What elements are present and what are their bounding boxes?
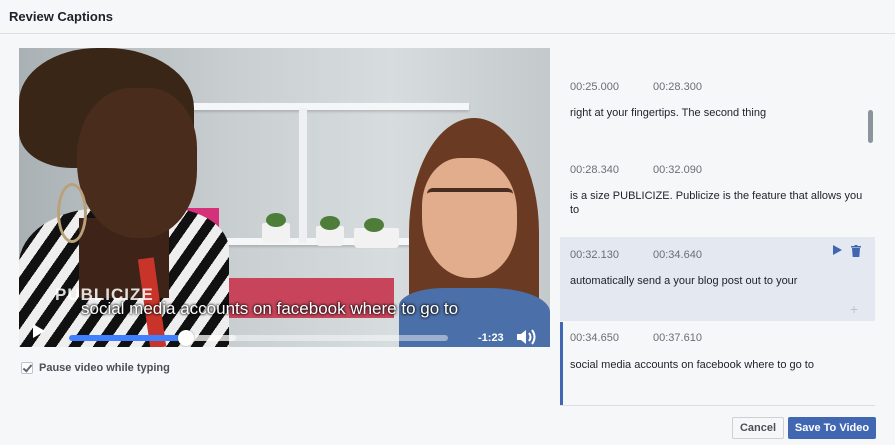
video-face-right: [422, 158, 517, 278]
time-remaining: -1:23: [478, 332, 504, 344]
video-controls: -1:23: [19, 314, 550, 347]
caption-item-hovered[interactable]: 00:32.130 00:34.640 automatically send a…: [560, 237, 875, 321]
video-progress-handle[interactable]: [178, 330, 195, 346]
caption-end-time[interactable]: 00:37.610: [653, 332, 702, 344]
caption-item[interactable]: 00:28.340 00:32.090 is a size PUBLICIZE.…: [560, 150, 875, 236]
video-plant-leaf: [364, 218, 384, 232]
dialog-header: Review Captions: [0, 0, 895, 34]
dialog-title: Review Captions: [9, 9, 114, 24]
video-earring: [57, 183, 87, 243]
caption-start-time[interactable]: 00:25.000: [570, 81, 619, 93]
caption-item[interactable]: 00:25.000 00:28.300 right at your finger…: [560, 35, 875, 135]
video-plant-leaf: [266, 213, 286, 227]
video-shelf-post: [299, 108, 307, 243]
caption-play-icon[interactable]: [833, 245, 842, 255]
caption-list: 00:25.000 00:28.300 right at your finger…: [560, 35, 875, 407]
add-caption-icon[interactable]: +: [850, 301, 858, 317]
caption-start-time[interactable]: 00:34.650: [570, 332, 619, 344]
volume-icon[interactable]: [515, 327, 537, 347]
video-glasses: [427, 188, 513, 210]
save-to-video-button[interactable]: Save To Video: [788, 417, 876, 439]
caption-start-time[interactable]: 00:32.130: [570, 249, 619, 261]
caption-text[interactable]: right at your fingertips. The second thi…: [570, 106, 865, 120]
trash-icon[interactable]: [851, 244, 861, 257]
cancel-button[interactable]: Cancel: [732, 417, 784, 439]
caption-item-editing[interactable]: 00:34.650 00:37.610 social media account…: [560, 322, 875, 406]
caption-end-time[interactable]: 00:28.300: [653, 81, 702, 93]
pause-while-typing-label: Pause video while typing: [39, 362, 170, 374]
dialog-body: PUBLICIZE social media accounts on faceb…: [0, 35, 895, 407]
footer-divider: [560, 405, 875, 406]
video-player[interactable]: PUBLICIZE social media accounts on faceb…: [19, 48, 550, 347]
caption-list-scrollbar[interactable]: [868, 110, 873, 143]
pause-while-typing-checkbox[interactable]: [21, 362, 33, 374]
play-icon[interactable]: [33, 324, 45, 338]
caption-text[interactable]: social media accounts on facebook where …: [570, 358, 865, 372]
caption-text[interactable]: is a size PUBLICIZE. Publicize is the fe…: [570, 189, 865, 217]
video-progress-bar[interactable]: [69, 330, 448, 346]
video-face-left: [77, 88, 197, 238]
caption-start-time[interactable]: 00:28.340: [570, 164, 619, 176]
video-plant-leaf: [320, 216, 340, 230]
caption-text[interactable]: automatically send a your blog post out …: [570, 274, 865, 288]
caption-end-time[interactable]: 00:34.640: [653, 249, 702, 261]
video-progress-fill: [69, 335, 187, 341]
caption-end-time[interactable]: 00:32.090: [653, 164, 702, 176]
